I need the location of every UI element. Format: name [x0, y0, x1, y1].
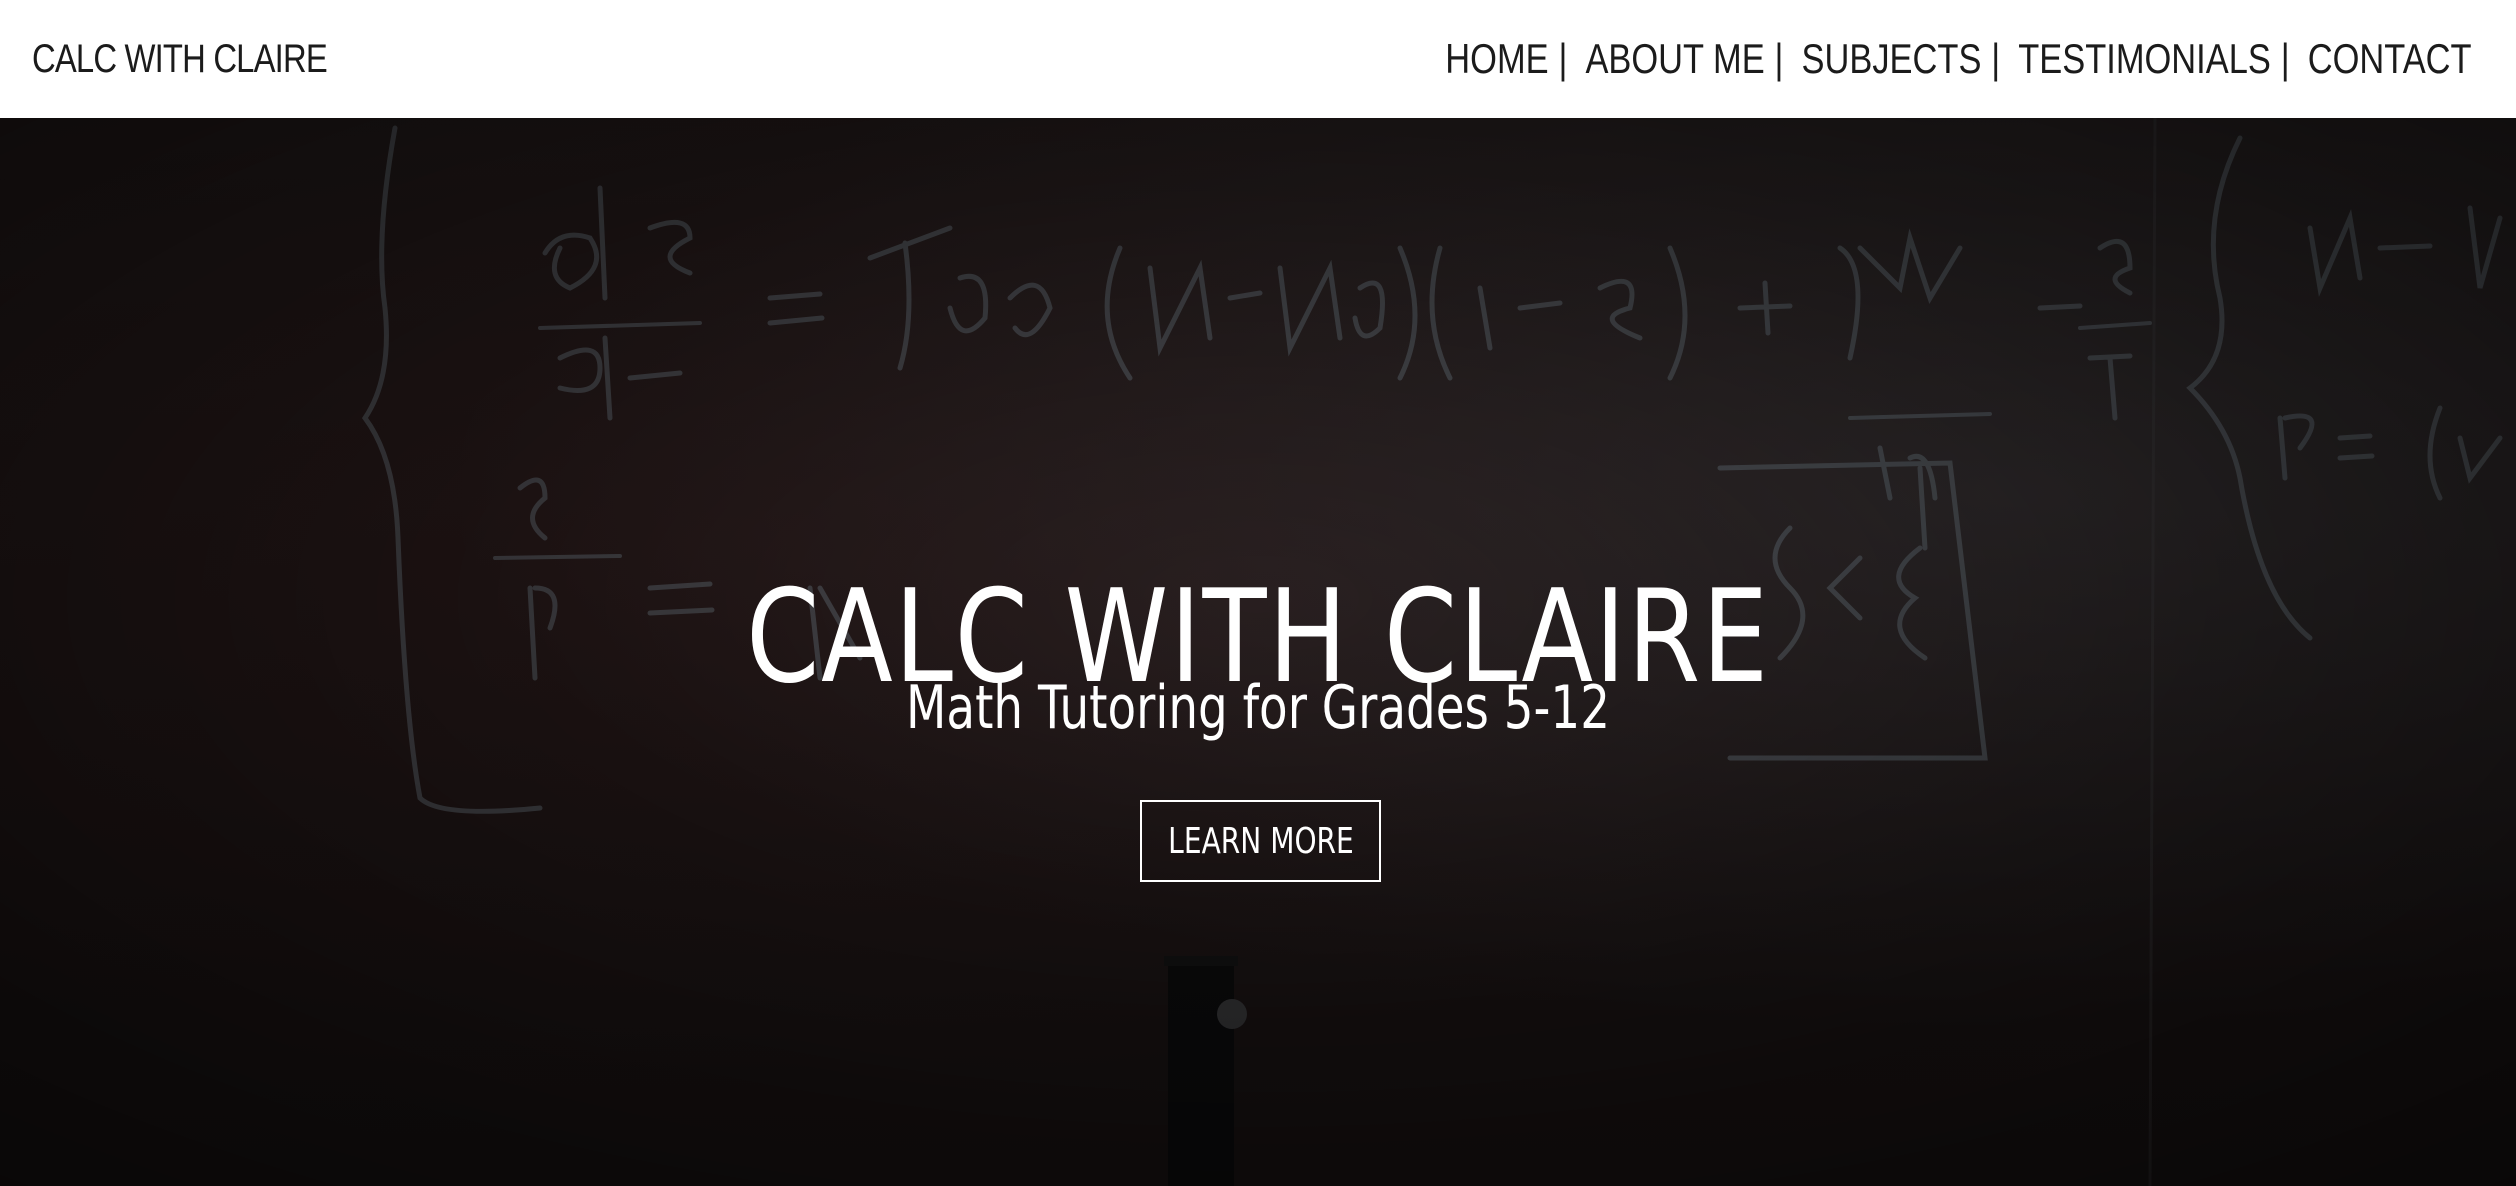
- nav-home[interactable]: HOME: [1446, 35, 1549, 83]
- nav-contact[interactable]: CONTACT: [2308, 35, 2472, 83]
- learn-more-button[interactable]: LEARN MORE: [1140, 800, 1381, 882]
- hero-section: CALC WITH CLAIRE Math Tutoring for Grade…: [0, 118, 2516, 1186]
- nav-testimonials[interactable]: TESTIMONIALS: [2019, 35, 2272, 83]
- learn-more-label: LEARN MORE: [1167, 820, 1354, 862]
- main-nav: HOME | ABOUT ME | SUBJECTS | TESTIMONIAL…: [1446, 35, 2472, 83]
- nav-subjects[interactable]: SUBJECTS: [1802, 35, 1982, 83]
- nav-separator: |: [1774, 35, 1784, 82]
- nav-separator: |: [1991, 35, 2001, 82]
- nav-separator: |: [1558, 35, 1568, 82]
- nav-separator: |: [2281, 35, 2291, 82]
- nav-about-me[interactable]: ABOUT ME: [1586, 35, 1765, 83]
- hero-subtitle: Math Tutoring for Grades 5-12: [906, 673, 1610, 743]
- site-header: CALC WITH CLAIRE HOME | ABOUT ME | SUBJE…: [0, 0, 2516, 118]
- site-logo-text[interactable]: CALC WITH CLAIRE: [32, 37, 328, 82]
